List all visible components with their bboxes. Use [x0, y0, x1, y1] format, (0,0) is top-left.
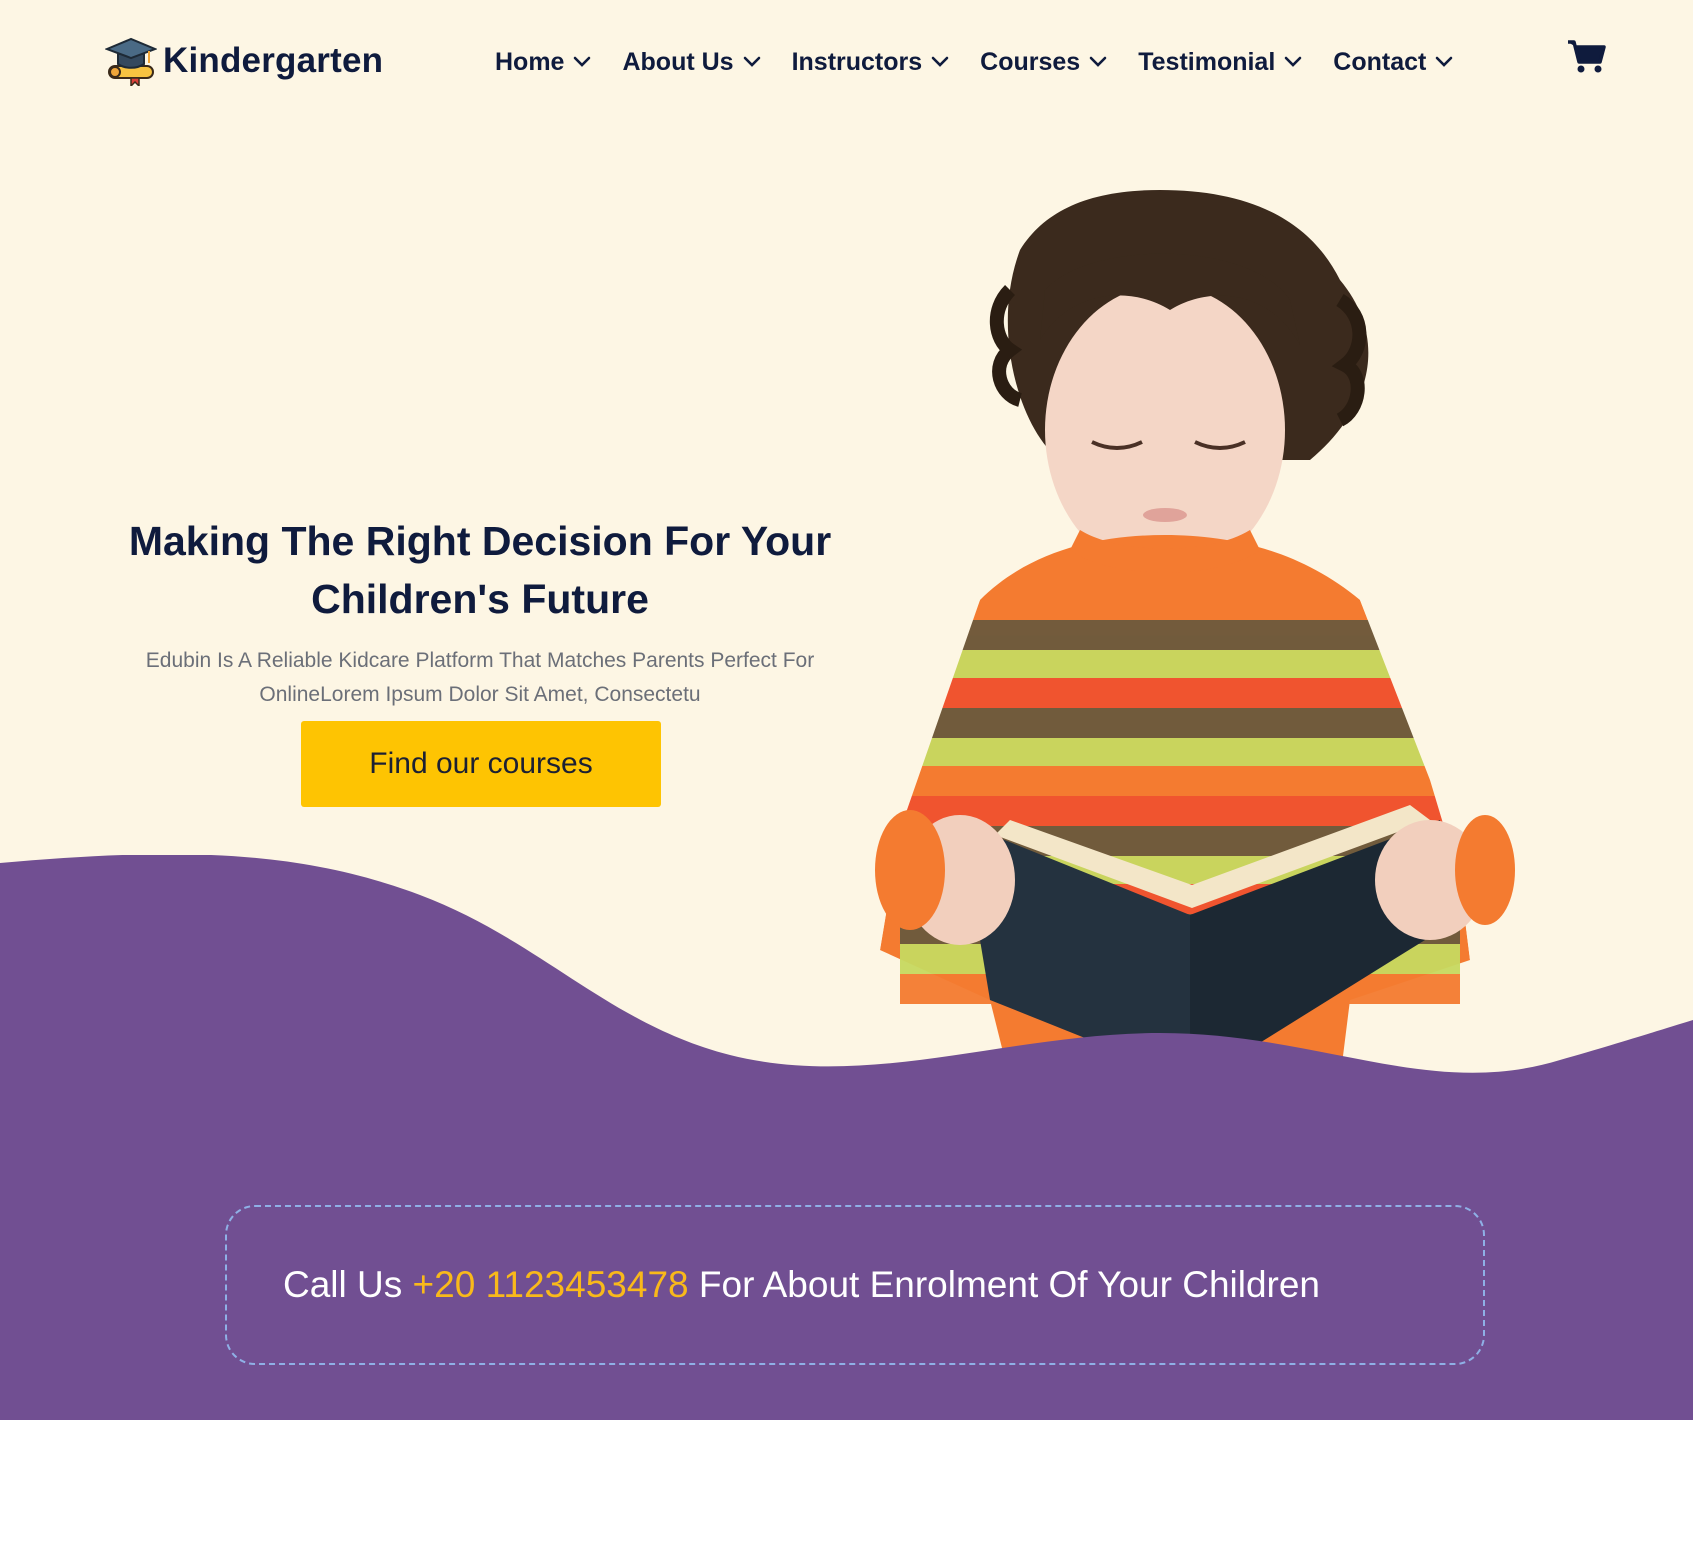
hero-title-line2: Children's Future — [311, 576, 649, 622]
nav-about-us-label: About Us — [622, 47, 734, 76]
next-section — [0, 1420, 1693, 1558]
page: Kindergarten Home About Us Instructors C… — [0, 0, 1693, 1558]
main-menu: Home About Us Instructors Courses Testim… — [495, 40, 1484, 84]
nav-instructors-label: Instructors — [791, 47, 923, 76]
chevron-down-icon — [1284, 56, 1302, 67]
nav-about-us[interactable]: About Us — [622, 48, 761, 77]
find-courses-button[interactable]: Find our courses — [301, 721, 661, 807]
hero-subtitle-line2: OnlineLorem Ipsum Dolor Sit Amet, Consec… — [259, 683, 701, 706]
callout-prefix: Call Us — [283, 1264, 413, 1305]
chevron-down-icon — [743, 56, 760, 67]
chevron-down-icon — [574, 56, 591, 67]
graduation-cap-icon — [105, 37, 157, 86]
chevron-down-icon — [1089, 56, 1107, 67]
chevron-down-icon — [931, 56, 949, 67]
nav-instructors[interactable]: Instructors — [792, 48, 951, 77]
hero-title-line1: Making The Right Decision For Your — [128, 518, 832, 564]
site-logo[interactable]: Kindergarten — [105, 36, 383, 86]
nav-contact-label: Contact — [1333, 47, 1427, 76]
enrolment-callout: Call Us +20 1123453478 For About Enrolme… — [225, 1205, 1485, 1365]
callout-text: Call Us +20 1123453478 For About Enrolme… — [283, 1264, 1320, 1306]
nav-courses-label: Courses — [980, 47, 1081, 76]
nav-home[interactable]: Home — [495, 48, 592, 77]
hero-subtitle: Edubin Is A Reliable Kidcare Platform Th… — [110, 644, 850, 712]
phone-number-link[interactable]: +20 1123453478 — [413, 1264, 689, 1305]
hero-title: Making The Right Decision For Your Child… — [110, 512, 850, 628]
nav-testimonial-label: Testimonial — [1138, 47, 1276, 76]
hero-subtitle-line1: Edubin Is A Reliable Kidcare Platform Th… — [145, 649, 815, 672]
callout-suffix: For About Enrolment Of Your Children — [688, 1264, 1321, 1305]
brand-name: Kindergarten — [163, 41, 384, 80]
nav-home-label: Home — [495, 47, 565, 76]
shopping-cart-icon[interactable] — [1566, 38, 1606, 74]
top-navbar: Kindergarten Home About Us Instructors C… — [0, 0, 1693, 120]
nav-courses[interactable]: Courses — [980, 48, 1108, 77]
hero-section: Kindergarten Home About Us Instructors C… — [0, 0, 1693, 1420]
nav-testimonial[interactable]: Testimonial — [1138, 48, 1303, 77]
chevron-down-icon — [1436, 56, 1453, 67]
nav-contact[interactable]: Contact — [1333, 48, 1454, 77]
hero-copy: Making The Right Decision For Your Child… — [110, 512, 850, 712]
